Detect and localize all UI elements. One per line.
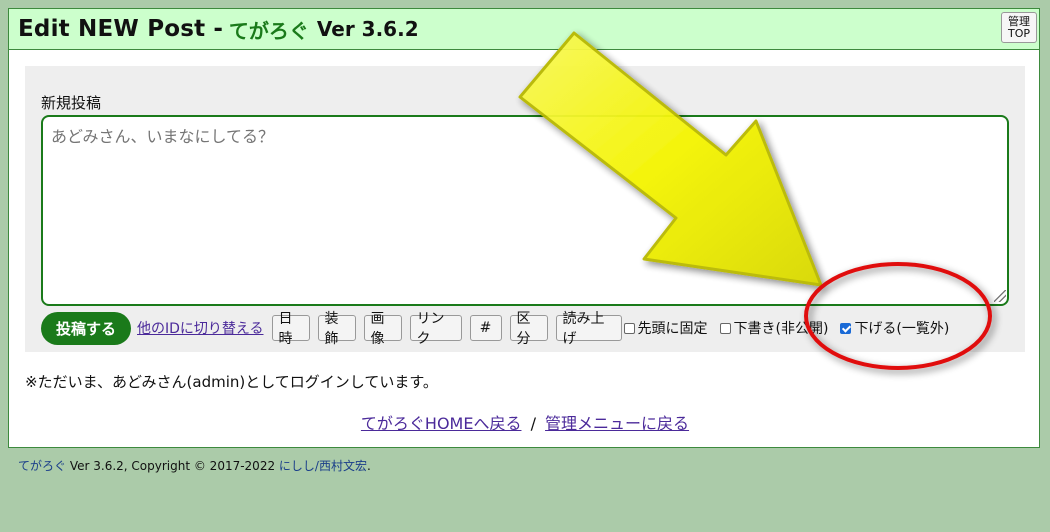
category-button[interactable]: 区分	[509, 311, 548, 347]
lower-label: 下げる(一覧外)	[854, 321, 950, 337]
draft-checkbox[interactable]	[719, 322, 731, 334]
footer-author-link[interactable]: にしし/西村文宏	[279, 459, 367, 473]
image-button[interactable]: 画像	[363, 311, 402, 347]
lower-option[interactable]: 下げる(一覧外)	[840, 318, 949, 338]
pin-top-option[interactable]: 先頭に固定	[623, 318, 708, 338]
app-name: てがろぐ	[228, 18, 309, 43]
editor-window: Edit NEW Post - てがろぐ Ver 3.6.2 管理 TOP 新規…	[8, 8, 1040, 448]
post-textarea[interactable]	[41, 115, 1009, 306]
resize-grip-icon[interactable]	[994, 290, 1006, 302]
app-version: Ver 3.6.2	[316, 17, 419, 41]
section-label: 新規投稿	[41, 94, 102, 112]
lower-checkbox[interactable]	[840, 322, 852, 334]
pin-top-checkbox[interactable]	[623, 322, 635, 334]
post-form-panel: 新規投稿 投稿する 他のIDに切り替える 日時 装飾 画像 リンク # 区分 読…	[25, 66, 1025, 352]
hashtag-button[interactable]: #	[469, 315, 502, 341]
page-title: Edit NEW Post	[18, 16, 206, 42]
footer: てがろぐ Ver 3.6.2, Copyright © 2017-2022 にし…	[18, 457, 371, 474]
submit-post-button[interactable]: 投稿する	[41, 311, 131, 345]
footer-end: .	[366, 459, 371, 473]
title-bar: Edit NEW Post - てがろぐ Ver 3.6.2 管理 TOP	[9, 9, 1039, 50]
footer-app-link[interactable]: てがろぐ	[18, 459, 66, 473]
datetime-button[interactable]: 日時	[271, 311, 310, 347]
draft-option[interactable]: 下書き(非公開)	[719, 318, 829, 338]
link-button[interactable]: リンク	[409, 311, 462, 347]
home-link[interactable]: てがろぐHOMEへ戻る	[361, 414, 522, 433]
footer-version-copyright: Ver 3.6.2, Copyright © 2017-2022	[69, 459, 276, 473]
admin-menu-link[interactable]: 管理メニューに戻る	[545, 414, 689, 433]
switch-id-link[interactable]: 他のIDに切り替える	[137, 318, 264, 338]
nav-separator: /	[530, 414, 536, 433]
admin-top-button[interactable]: 管理 TOP	[1001, 12, 1037, 43]
decoration-button[interactable]: 装飾	[317, 311, 356, 347]
pin-top-label: 先頭に固定	[637, 321, 708, 337]
title-separator: -	[213, 16, 223, 42]
admin-top-label-2: TOP	[1007, 27, 1030, 40]
bottom-nav: てがろぐHOMEへ戻る / 管理メニューに戻る	[9, 410, 1041, 434]
draft-label: 下書き(非公開)	[733, 321, 829, 337]
login-status-message: ※ただいま、あどみさん(admin)としてログインしています。	[25, 373, 438, 391]
post-toolbar: 投稿する 他のIDに切り替える 日時 装飾 画像 リンク # 区分 読み上げ 先…	[41, 311, 1011, 347]
read-aloud-button[interactable]: 読み上げ	[555, 311, 622, 347]
